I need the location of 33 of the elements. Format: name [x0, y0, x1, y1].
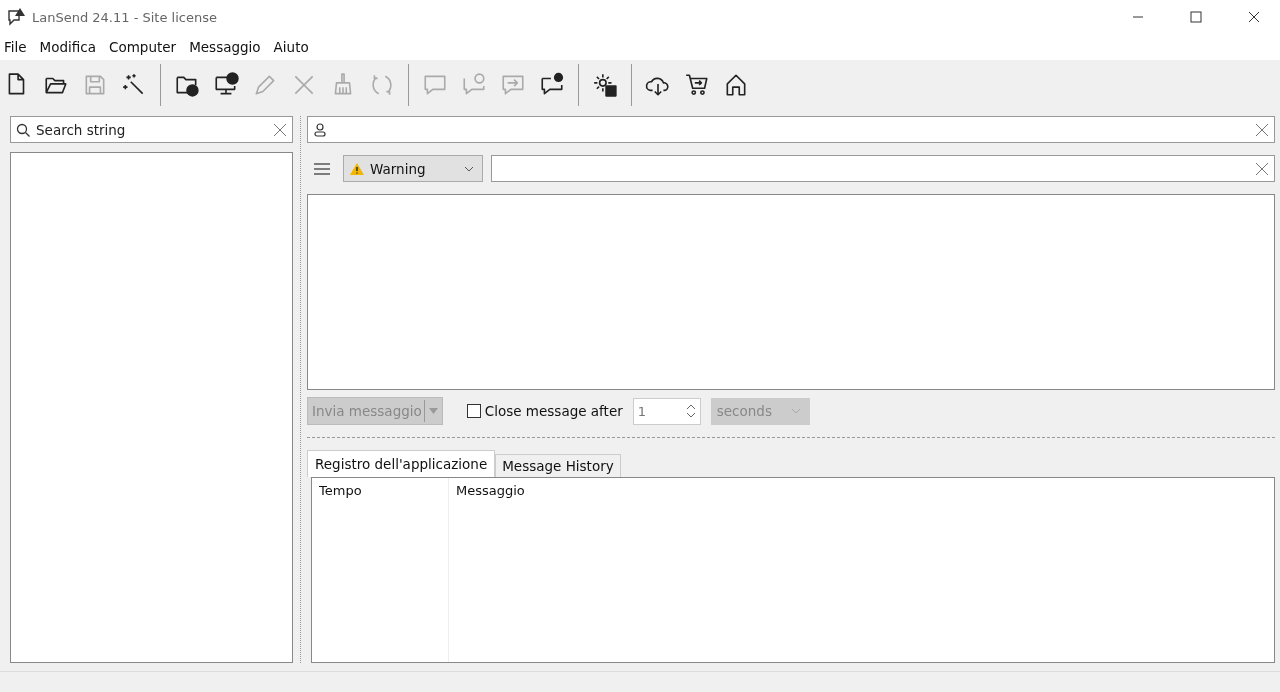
person-icon [313, 121, 327, 138]
column-header[interactable]: Messaggio [456, 483, 525, 498]
clear-icon[interactable] [273, 122, 287, 137]
warning-icon [349, 161, 365, 176]
close-icon[interactable] [1248, 11, 1260, 23]
menu-item[interactable]: Computer [109, 39, 177, 55]
maximize-icon[interactable] [1190, 11, 1202, 23]
menu-icon[interactable] [313, 161, 331, 176]
level-dropdown[interactable]: Warning [343, 155, 483, 182]
search-icon [16, 122, 30, 137]
window-title: LanSend 24.11 - Site license [32, 9, 217, 25]
seconds-spinbox[interactable]: 1 [632, 397, 701, 425]
subject-field[interactable] [491, 155, 1275, 182]
menu-item[interactable]: Modifica [39, 39, 97, 55]
cart-icon[interactable] [684, 72, 710, 98]
dropdown-arrow-icon [428, 408, 438, 414]
spin-arrows-icon [685, 403, 696, 419]
menu-item[interactable]: File [4, 39, 27, 55]
search-field[interactable]: Search string [10, 116, 293, 143]
column-header[interactable]: Tempo [319, 483, 362, 498]
checkbox-label: Close message after [484, 403, 623, 419]
chevron-down-icon [464, 165, 474, 172]
search-input[interactable]: Search string [34, 120, 269, 139]
menu-item[interactable]: Aiuto [273, 39, 309, 55]
clear-icon[interactable] [1255, 122, 1269, 137]
checkbox[interactable] [466, 404, 481, 418]
menu-item[interactable]: Messaggio [189, 39, 261, 55]
chevron-down-icon [790, 408, 801, 414]
app-logo-icon [6, 7, 26, 27]
tab[interactable]: Message History [495, 454, 621, 477]
clear-icon[interactable] [1255, 161, 1269, 176]
tab[interactable]: Registro dell'applicazione [307, 450, 496, 477]
recipient-field[interactable] [307, 116, 1275, 143]
